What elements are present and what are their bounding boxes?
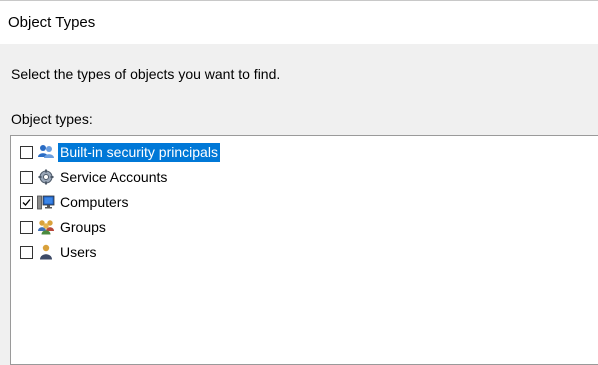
checkbox-computers[interactable] [20,195,33,209]
list-item-groups[interactable]: Groups [20,217,108,237]
checkbox-built-in-security-principals[interactable] [20,145,33,159]
security-principals-icon [38,145,54,158]
computer-icon [37,195,55,210]
groups-icon [38,220,54,235]
list-item-label: Groups [60,218,106,235]
title-bar: Object Types [0,0,598,44]
list-item-label: Built-in security principals [58,142,220,162]
list-item-label: Users [60,243,97,260]
list-item-computers[interactable]: Computers [20,192,130,212]
list-item-label: Service Accounts [60,168,168,185]
checkmark-icon [22,198,31,206]
object-types-list[interactable]: Built-in security principals Service Acc… [10,135,598,365]
object-types-label: Object types: [11,111,93,127]
instruction-text: Select the types of objects you want to … [11,66,281,82]
user-icon [40,244,52,260]
checkbox-users[interactable] [20,245,33,259]
service-accounts-icon [38,169,54,185]
dialog-title: Object Types [8,14,96,31]
checkbox-service-accounts[interactable] [20,170,33,184]
checkbox-groups[interactable] [20,220,33,234]
list-item-users[interactable]: Users [20,242,99,262]
list-item-label: Computers [60,193,129,210]
list-item-built-in-security-principals[interactable]: Built-in security principals [20,142,220,162]
list-item-service-accounts[interactable]: Service Accounts [20,167,169,187]
